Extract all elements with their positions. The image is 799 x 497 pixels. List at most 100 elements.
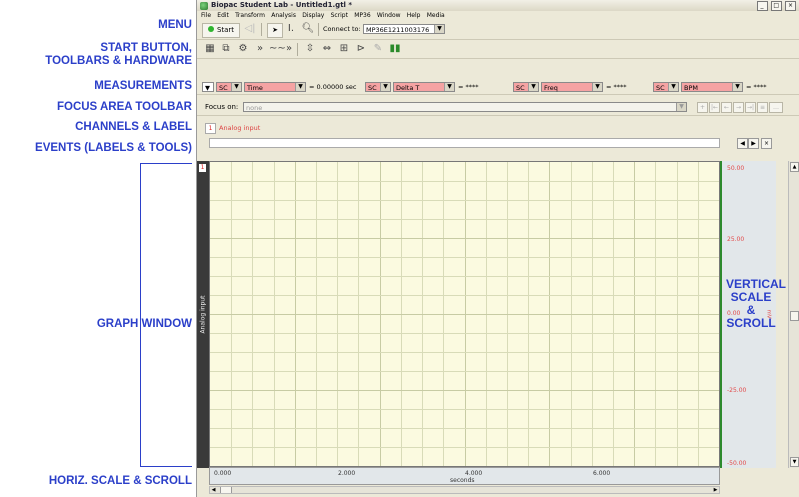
- close-icon[interactable]: ×: [785, 1, 796, 11]
- grid-line-horizontal: [210, 295, 719, 296]
- gear-icon[interactable]: ⚙: [235, 43, 251, 55]
- focus-more-button[interactable]: …: [769, 102, 783, 113]
- grid-line-horizontal: [210, 238, 719, 239]
- measurement-4-value-text: ****: [753, 83, 767, 91]
- menu-script[interactable]: Script: [331, 11, 348, 20]
- scroll-down-icon[interactable]: ▼: [790, 457, 799, 467]
- chevron-down-icon: ▼: [668, 83, 678, 91]
- ibeam-cursor-icon[interactable]: I.: [284, 23, 298, 35]
- chevron-down-icon: ▼: [732, 83, 742, 91]
- vscale-tick: -50.00: [727, 460, 747, 467]
- measurements-menu-button[interactable]: ▼: [202, 82, 214, 92]
- measurements-toolbar: ▼ SC ▼ Time ▼ = 0.00000 sec SC ▼ Delta T ▼ =…: [197, 80, 799, 95]
- focus-toolbar: Focus on: none ▼ + |← ← → →| ≡ …: [197, 99, 799, 116]
- hscale-tick: 2.000: [338, 470, 356, 477]
- menu-help[interactable]: Help: [407, 11, 421, 20]
- focus-select[interactable]: none ▼: [243, 102, 687, 112]
- scroll-right-icon[interactable]: ▶: [712, 487, 719, 493]
- focus-first-button[interactable]: |←: [709, 102, 720, 113]
- events-next-icon[interactable]: ▶: [748, 138, 759, 149]
- measurement-1-type[interactable]: Time ▼: [244, 82, 306, 92]
- chevron-down-icon: ▼: [295, 83, 305, 91]
- autoscale-icon[interactable]: ⊞: [337, 43, 351, 55]
- channel-number-button[interactable]: 1: [205, 123, 216, 134]
- arrow-cursor-icon[interactable]: ➤: [267, 23, 283, 38]
- annotation-channels: CHANNELS & LABEL: [75, 121, 192, 133]
- scroll-thumb[interactable]: [220, 487, 232, 493]
- measurement-3-type[interactable]: Freq ▼: [541, 82, 603, 92]
- measurement-2-value: = ****: [458, 83, 479, 91]
- menu-analysis[interactable]: Analysis: [271, 11, 296, 20]
- start-toolbar: Start ◁| ➤ I. 🔍︎ Connect to: MP36E121100…: [197, 20, 799, 40]
- grid-line-horizontal: [210, 333, 719, 334]
- vertical-annotation: VERTICAL SCALE & SCROLL: [726, 278, 786, 330]
- grid-icon[interactable]: ▦: [203, 43, 217, 55]
- graph-channel-marker[interactable]: 1: [199, 164, 206, 172]
- scroll-thumb[interactable]: [790, 311, 799, 321]
- chart-icon[interactable]: ▮▮: [388, 43, 402, 55]
- measurement-3-channel[interactable]: SC ▼: [513, 82, 539, 92]
- measurement-2-channel[interactable]: SC ▼: [365, 82, 391, 92]
- more-icon[interactable]: »: [284, 43, 294, 55]
- more-icon[interactable]: »: [255, 43, 265, 55]
- horizontal-scale[interactable]: 0.000 2.000 4.000 6.000 seconds: [209, 467, 720, 485]
- zoom-cursor-icon[interactable]: 🔍︎: [301, 23, 315, 35]
- measurement-3-value-text: ****: [613, 83, 627, 91]
- focus-prev-button[interactable]: ←: [721, 102, 732, 113]
- scale-horizontal-icon[interactable]: ⇔: [320, 43, 334, 55]
- annotation-measurements: MEASUREMENTS: [94, 80, 192, 92]
- chevron-down-icon: ▼: [444, 83, 454, 91]
- annotation-start-toolbars: START BUTTON, TOOLBARS & HARDWARE: [45, 42, 192, 68]
- vertical-annotation-line4: SCROLL: [726, 316, 776, 330]
- events-close-icon[interactable]: ×: [761, 138, 772, 149]
- chevron-down-icon: ▼: [380, 83, 390, 91]
- horizontal-scrollbar[interactable]: ◀ ▶: [209, 486, 720, 494]
- start-button[interactable]: Start: [202, 23, 240, 38]
- menu-window[interactable]: Window: [377, 11, 401, 20]
- scroll-up-icon[interactable]: ▲: [790, 162, 799, 172]
- graph-window[interactable]: [209, 161, 720, 467]
- menu-display[interactable]: Display: [302, 11, 324, 20]
- hscale-unit: seconds: [450, 477, 475, 484]
- events-tools: ◀ ▶ ×: [737, 138, 772, 149]
- connect-select[interactable]: MP36E1211003176 ▼: [363, 24, 445, 34]
- maximize-icon[interactable]: □: [770, 1, 782, 11]
- minimize-icon[interactable]: _: [756, 1, 768, 11]
- bracket-bottom: [140, 466, 192, 467]
- menu-mp36[interactable]: MP36: [354, 11, 370, 20]
- vscale-tick: -25.00: [727, 387, 747, 394]
- focus-last-button[interactable]: →|: [745, 102, 756, 113]
- overlap-icon[interactable]: ⧉: [219, 43, 233, 55]
- events-prev-icon[interactable]: ◀: [737, 138, 748, 149]
- measurement-4-value: = ****: [746, 83, 767, 91]
- scroll-left-icon[interactable]: ◀: [210, 487, 217, 493]
- focus-value: none: [246, 104, 263, 112]
- pencil-icon[interactable]: ✎: [371, 43, 385, 55]
- hardware-toolbar: ▦ ⧉ ⚙ » ∼∼ » ⇳ ⇔ ⊞ ⊳ ✎ ▮▮: [197, 40, 799, 59]
- connect-label: Connect to:: [323, 25, 361, 33]
- measurement-4-type-label: BPM: [684, 84, 698, 92]
- focus-list-button[interactable]: ≡: [757, 102, 768, 113]
- annotation-events: EVENTS (LABELS & TOOLS): [35, 142, 192, 154]
- menu-transform[interactable]: Transform: [235, 11, 265, 20]
- wave-icon[interactable]: ∼∼: [269, 43, 286, 55]
- menu-edit[interactable]: Edit: [217, 11, 229, 20]
- scale-vertical-icon[interactable]: ⇳: [303, 43, 317, 55]
- vertical-scrollbar[interactable]: ▲ ▼: [788, 161, 799, 468]
- measurement-1-channel-label: SC: [219, 84, 228, 92]
- measurement-1-channel[interactable]: SC ▼: [216, 82, 242, 92]
- measurement-2-type[interactable]: Delta T ▼: [393, 82, 455, 92]
- events-bar[interactable]: [209, 138, 720, 148]
- rewind-icon[interactable]: ◁|: [243, 23, 257, 35]
- grid-line-horizontal: [210, 219, 719, 220]
- vertical-scale[interactable]: 50.00 25.00 0.00 -25.00 -50.00 mV VERTIC…: [720, 161, 786, 468]
- measurement-2-type-label: Delta T: [396, 84, 420, 92]
- channel-bar: 1 Analog input: [197, 121, 799, 134]
- marker-icon[interactable]: ⊳: [354, 43, 368, 55]
- focus-next-button[interactable]: →: [733, 102, 744, 113]
- focus-add-button[interactable]: +: [697, 102, 708, 113]
- menu-media[interactable]: Media: [427, 11, 445, 20]
- measurement-4-channel[interactable]: SC ▼: [653, 82, 679, 92]
- measurement-4-type[interactable]: BPM ▼: [681, 82, 743, 92]
- menu-file[interactable]: File: [201, 11, 211, 20]
